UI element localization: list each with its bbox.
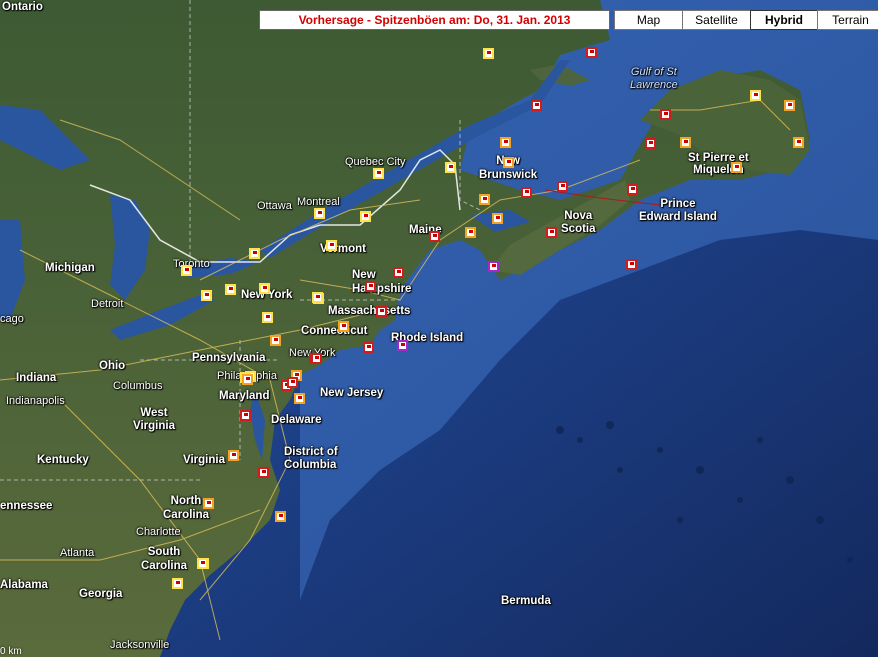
- station-marker-purple[interactable]: [488, 261, 499, 272]
- station-marker-red[interactable]: [627, 184, 638, 195]
- station-marker-purple[interactable]: [397, 340, 408, 351]
- station-marker-yellow[interactable]: [326, 240, 337, 251]
- satellite-map[interactable]: [0, 0, 878, 657]
- station-marker-yellow[interactable]: [201, 290, 212, 301]
- station-marker-orange[interactable]: [242, 374, 253, 385]
- station-marker-orange[interactable]: [680, 137, 691, 148]
- station-marker-yellow[interactable]: [373, 168, 384, 179]
- forecast-title: Vorhersage - Spitzenböen am: Do, 31. Jan…: [259, 10, 610, 30]
- station-marker-red[interactable]: [660, 109, 671, 120]
- station-marker-yellow[interactable]: [181, 265, 192, 276]
- station-marker-orange[interactable]: [500, 137, 511, 148]
- station-marker-red[interactable]: [586, 47, 597, 58]
- station-marker-orange[interactable]: [228, 450, 239, 461]
- station-marker-red[interactable]: [365, 281, 376, 292]
- station-marker-red[interactable]: [376, 306, 387, 317]
- station-marker-yellow[interactable]: [312, 292, 323, 303]
- station-marker-yellow[interactable]: [360, 211, 371, 222]
- station-marker-orange[interactable]: [338, 321, 349, 332]
- station-marker-red[interactable]: [531, 100, 542, 111]
- station-marker-yellow[interactable]: [249, 248, 260, 259]
- scale-bar: 0 km: [0, 646, 22, 657]
- station-marker-orange[interactable]: [270, 335, 281, 346]
- station-marker-red[interactable]: [557, 181, 568, 192]
- map-type-satellite-button[interactable]: Satellite: [682, 10, 751, 30]
- station-marker-orange[interactable]: [275, 511, 286, 522]
- station-marker-orange[interactable]: [492, 213, 503, 224]
- station-marker-yellow[interactable]: [259, 283, 270, 294]
- station-marker-orange[interactable]: [503, 157, 514, 168]
- station-marker-orange[interactable]: [784, 100, 795, 111]
- station-marker-yellow[interactable]: [197, 558, 208, 569]
- station-marker-red[interactable]: [429, 231, 440, 242]
- map-type-control: Map Satellite Hybrid Terrain: [614, 10, 878, 30]
- station-marker-red[interactable]: [311, 353, 322, 364]
- station-marker-red[interactable]: [393, 267, 404, 278]
- station-marker-yellow[interactable]: [314, 208, 325, 219]
- station-marker-red[interactable]: [521, 187, 532, 198]
- station-marker-yellow[interactable]: [172, 578, 183, 589]
- station-marker-yellow[interactable]: [483, 48, 494, 59]
- station-marker-orange[interactable]: [465, 227, 476, 238]
- station-marker-orange[interactable]: [294, 393, 305, 404]
- map-type-terrain-button[interactable]: Terrain: [817, 10, 878, 30]
- station-marker-red[interactable]: [546, 227, 557, 238]
- station-marker-red[interactable]: [645, 138, 656, 149]
- map-type-hybrid-button[interactable]: Hybrid: [750, 10, 818, 30]
- station-marker-orange[interactable]: [793, 137, 804, 148]
- station-marker-red[interactable]: [240, 410, 251, 421]
- station-marker-orange[interactable]: [479, 194, 490, 205]
- station-marker-red[interactable]: [626, 259, 637, 270]
- station-marker-red[interactable]: [287, 377, 298, 388]
- map-type-map-button[interactable]: Map: [614, 10, 683, 30]
- station-marker-yellow[interactable]: [225, 284, 236, 295]
- station-marker-red[interactable]: [363, 342, 374, 353]
- station-marker-yellow[interactable]: [262, 312, 273, 323]
- station-marker-red[interactable]: [258, 467, 269, 478]
- station-marker-orange[interactable]: [203, 498, 214, 509]
- station-marker-yellow[interactable]: [445, 162, 456, 173]
- station-marker-yellow[interactable]: [750, 90, 761, 101]
- station-marker-orange[interactable]: [731, 162, 742, 173]
